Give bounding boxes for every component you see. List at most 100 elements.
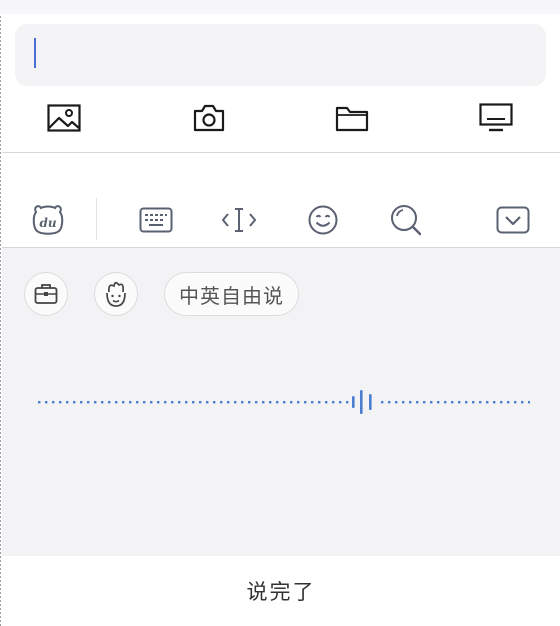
wave-bar: [352, 396, 355, 408]
wave-dot: [80, 401, 83, 404]
wave-dot: [199, 401, 202, 404]
screen-icon: [479, 103, 513, 132]
wave-dot: [346, 401, 349, 404]
image-button[interactable]: [46, 100, 82, 136]
wave-dot: [38, 401, 41, 404]
wave-dot: [521, 401, 524, 404]
wave-dot: [206, 401, 209, 404]
cursor-move-button[interactable]: [219, 200, 259, 240]
wave-bar: [360, 390, 363, 414]
wave-dot: [262, 401, 265, 404]
wave-dot: [157, 401, 160, 404]
keyboard-toolbar: du: [0, 196, 560, 244]
wave-dot: [458, 401, 461, 404]
wave-dot: [416, 401, 419, 404]
folder-button[interactable]: [334, 100, 370, 136]
camera-button[interactable]: [191, 100, 227, 136]
camera-icon: [193, 104, 225, 132]
wave-dot: [290, 401, 293, 404]
wave-dot: [94, 401, 97, 404]
wave-dot: [101, 401, 104, 404]
wave-dot: [423, 401, 426, 404]
wave-dot: [339, 401, 342, 404]
du-logo-button[interactable]: du: [28, 200, 68, 240]
wave-dot: [325, 401, 328, 404]
text-caret: [34, 38, 36, 68]
wave-dot: [192, 401, 195, 404]
message-input[interactable]: [15, 24, 546, 86]
wave-dot: [486, 401, 489, 404]
wave-dot: [409, 401, 412, 404]
wave-dot: [283, 401, 286, 404]
wave-dot: [185, 401, 188, 404]
wave-dot: [87, 401, 90, 404]
wave-dot: [332, 401, 335, 404]
page-edge: [0, 0, 1, 626]
wave-dot: [276, 401, 279, 404]
search-button[interactable]: [386, 200, 426, 240]
wave-dot: [402, 401, 405, 404]
wave-dot: [500, 401, 503, 404]
wave-dot: [52, 401, 55, 404]
image-icon: [47, 104, 81, 132]
wave-dot: [444, 401, 447, 404]
wave-dot: [479, 401, 482, 404]
screen-button[interactable]: [478, 100, 514, 136]
wave-dot: [304, 401, 307, 404]
cursor-move-icon: [221, 208, 257, 232]
dialect-avatar-icon: [106, 281, 126, 307]
wave-dot: [136, 401, 139, 404]
emoji-button[interactable]: [303, 200, 343, 240]
folder-icon: [335, 106, 369, 132]
du-bear-logo-icon: du: [32, 205, 64, 235]
keyboard-button[interactable]: [136, 200, 176, 240]
wave-dot: [255, 401, 258, 404]
wave-dot: [472, 401, 475, 404]
voice-input-panel: 中英自由说: [2, 247, 560, 557]
attachment-row: [0, 96, 560, 140]
svg-text:du: du: [39, 216, 56, 230]
voice-waveform: [38, 390, 530, 414]
wave-dot: [381, 401, 384, 404]
wave-dot: [45, 401, 48, 404]
wave-dot: [248, 401, 251, 404]
finish-speaking-button[interactable]: 说完了: [2, 556, 560, 626]
dialect-chip[interactable]: [94, 272, 138, 316]
wave-dot: [269, 401, 272, 404]
wave-dot: [59, 401, 62, 404]
collapse-keyboard-button[interactable]: [493, 200, 533, 240]
collapse-keyboard-icon: [496, 206, 530, 234]
wave-dot: [297, 401, 300, 404]
wave-dot: [220, 401, 223, 404]
language-mode-chip[interactable]: 中英自由说: [164, 272, 299, 316]
toolbox-chip[interactable]: [24, 272, 68, 316]
wave-dot: [388, 401, 391, 404]
wave-dot: [213, 401, 216, 404]
top-strip: [0, 0, 560, 14]
wave-bar: [369, 394, 372, 410]
language-mode-label: 中英自由说: [179, 283, 284, 308]
finish-speaking-label: 说完了: [246, 580, 316, 604]
wave-dot: [73, 401, 76, 404]
toolbar-separator: [96, 198, 97, 240]
wave-dot: [227, 401, 230, 404]
wave-dot: [178, 401, 181, 404]
wave-dot: [451, 401, 454, 404]
wave-dot: [493, 401, 496, 404]
wave-dot: [171, 401, 174, 404]
wave-dot: [108, 401, 111, 404]
wave-dot: [129, 401, 132, 404]
wave-dot: [241, 401, 244, 404]
wave-dot: [465, 401, 468, 404]
briefcase-icon: [34, 284, 58, 304]
wave-dot: [430, 401, 433, 404]
wave-dot: [164, 401, 167, 404]
wave-dot: [437, 401, 440, 404]
emoji-icon: [308, 205, 338, 235]
search-icon: [391, 205, 422, 236]
wave-dot: [395, 401, 398, 404]
wave-dot: [66, 401, 69, 404]
wave-dot: [122, 401, 125, 404]
wave-dot: [311, 401, 314, 404]
wave-dot: [507, 401, 510, 404]
